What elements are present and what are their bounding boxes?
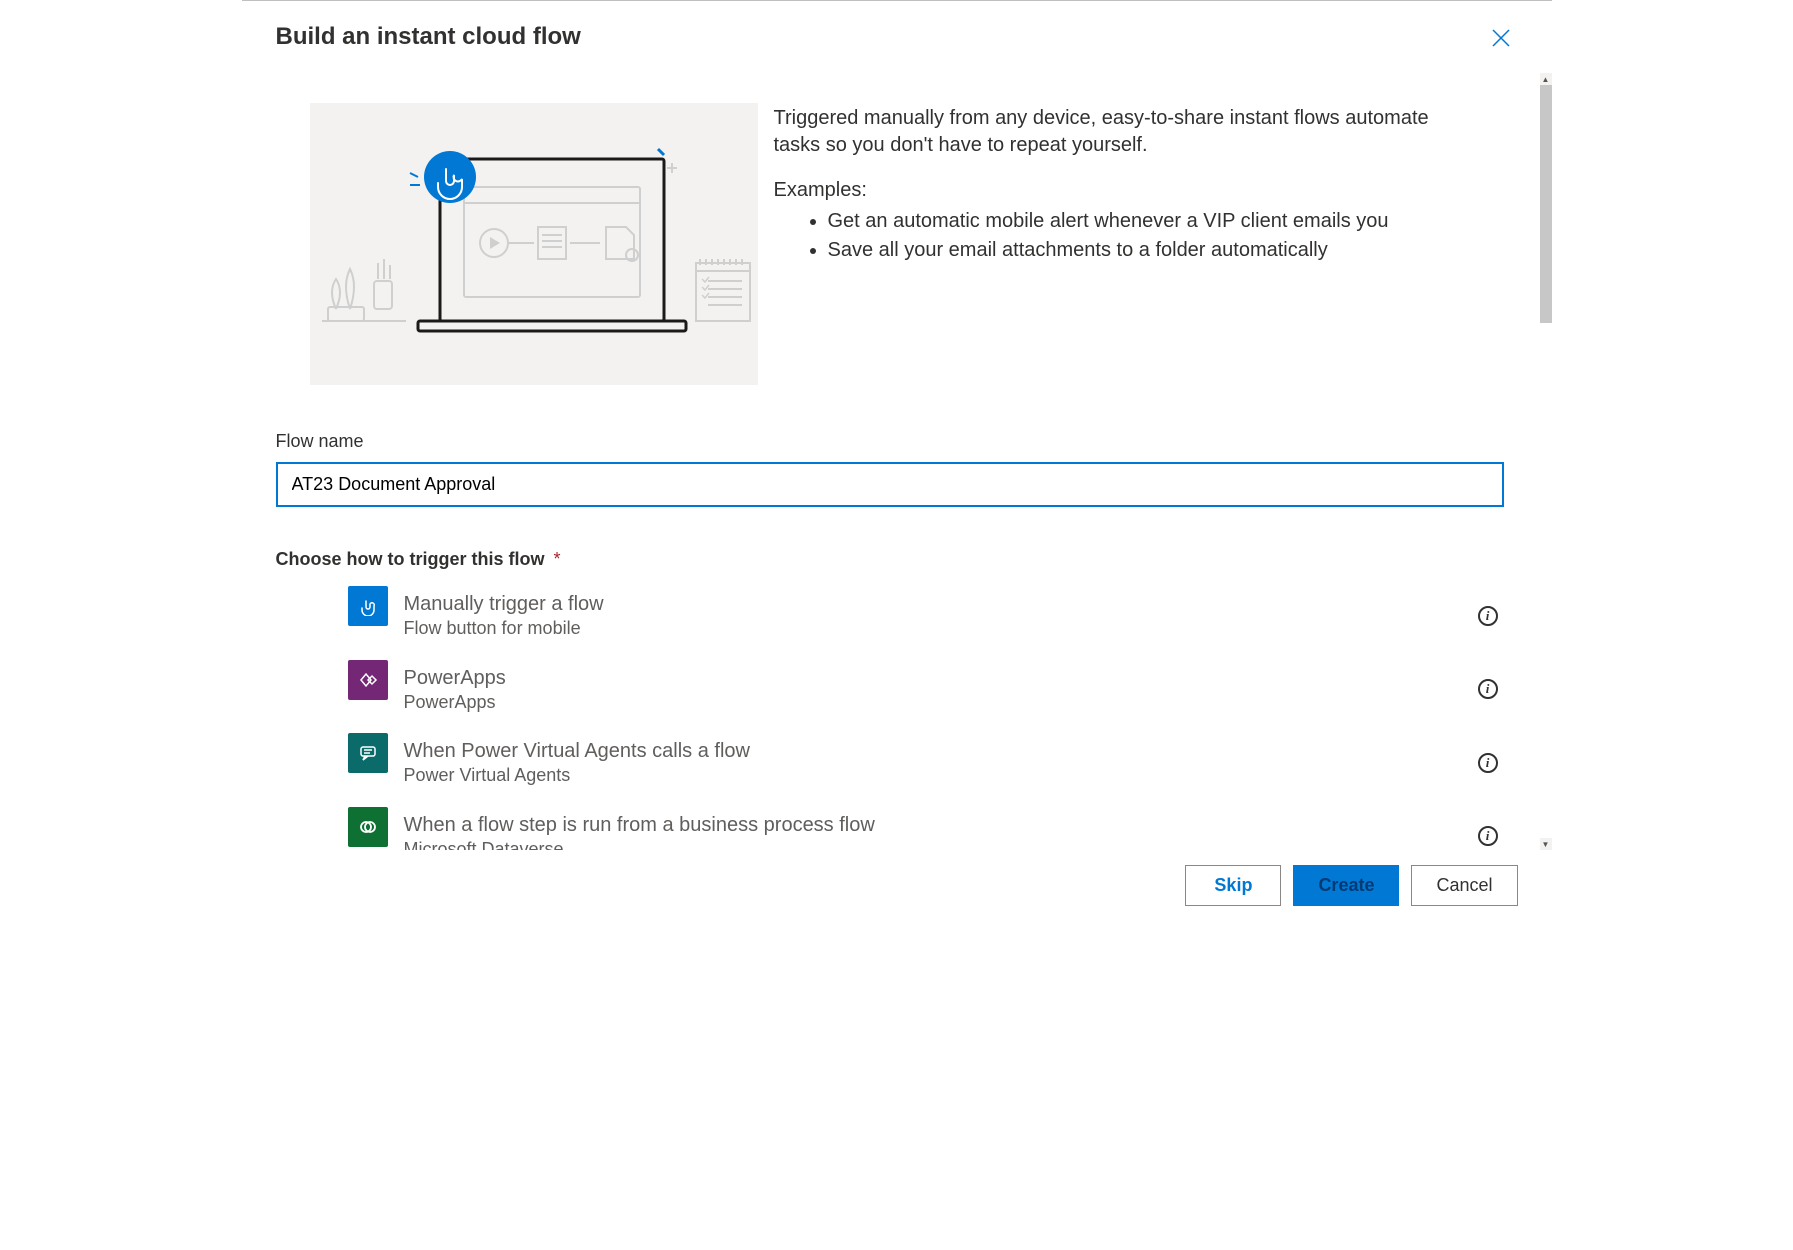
trigger-list: Manually trigger a flow Flow button for …: [276, 584, 1506, 850]
dialog-inner: Build an instant cloud flow: [242, 1, 1552, 850]
scrollbar-thumb[interactable]: [1540, 85, 1552, 323]
trigger-body: Manually trigger a flow Flow button for …: [404, 592, 1478, 640]
info-button[interactable]: i: [1478, 826, 1498, 846]
trigger-body: When a flow step is run from a business …: [404, 813, 1478, 851]
trigger-body: PowerApps PowerApps: [404, 666, 1478, 714]
close-icon: [1492, 23, 1510, 53]
trigger-item-manual[interactable]: Manually trigger a flow Flow button for …: [276, 584, 1506, 658]
pva-icon: [348, 733, 388, 773]
hero-example-item: Get an automatic mobile alert whenever a…: [828, 208, 1472, 235]
flow-name-label: Flow name: [276, 431, 1506, 452]
scroll-up-icon[interactable]: ▲: [1540, 73, 1552, 85]
trigger-item-powerapps[interactable]: PowerApps PowerApps i: [276, 658, 1506, 732]
close-button[interactable]: [1484, 21, 1518, 55]
skip-button[interactable]: Skip: [1185, 865, 1281, 906]
trigger-subtitle: Microsoft Dataverse: [404, 838, 1478, 851]
scroll-down-icon[interactable]: ▼: [1540, 838, 1552, 850]
dialog-footer: Skip Create Cancel: [242, 850, 1552, 920]
trigger-title: When Power Virtual Agents calls a flow: [404, 739, 1478, 764]
dataverse-icon: [348, 807, 388, 847]
hero-illustration: [310, 103, 758, 385]
trigger-subtitle: Power Virtual Agents: [404, 764, 1478, 787]
touch-icon: [348, 586, 388, 626]
info-button[interactable]: i: [1478, 679, 1498, 699]
cancel-button[interactable]: Cancel: [1411, 865, 1517, 906]
required-indicator: *: [554, 549, 561, 569]
info-button[interactable]: i: [1478, 753, 1498, 773]
trigger-subtitle: PowerApps: [404, 691, 1478, 714]
trigger-body: When Power Virtual Agents calls a flow P…: [404, 739, 1478, 787]
trigger-section-label: Choose how to trigger this flow *: [276, 549, 1506, 570]
hero-description: Triggered manually from any device, easy…: [774, 105, 1472, 159]
hero-examples-list: Get an automatic mobile alert whenever a…: [774, 208, 1472, 264]
powerapps-icon: [348, 660, 388, 700]
dialog-scrollable-content[interactable]: Triggered manually from any device, easy…: [242, 85, 1540, 850]
trigger-item-dataverse[interactable]: When a flow step is run from a business …: [276, 805, 1506, 851]
trigger-title: Manually trigger a flow: [404, 592, 1478, 617]
trigger-section-label-text: Choose how to trigger this flow: [276, 549, 545, 569]
hero-example-item: Save all your email attachments to a fol…: [828, 237, 1472, 264]
hero-row: Triggered manually from any device, easy…: [276, 85, 1506, 385]
dialog: Build an instant cloud flow: [242, 0, 1552, 920]
create-button[interactable]: Create: [1293, 865, 1399, 906]
trigger-title: PowerApps: [404, 666, 1478, 691]
trigger-title: When a flow step is run from a business …: [404, 813, 1478, 838]
dialog-title: Build an instant cloud flow: [276, 23, 581, 51]
hero-examples-label: Examples:: [774, 177, 1472, 204]
dialog-header: Build an instant cloud flow: [242, 23, 1552, 55]
trigger-item-pva[interactable]: When Power Virtual Agents calls a flow P…: [276, 731, 1506, 805]
info-button[interactable]: i: [1478, 606, 1498, 626]
hero-text: Triggered manually from any device, easy…: [774, 103, 1472, 385]
trigger-subtitle: Flow button for mobile: [404, 617, 1478, 640]
flow-name-input[interactable]: [276, 462, 1504, 507]
